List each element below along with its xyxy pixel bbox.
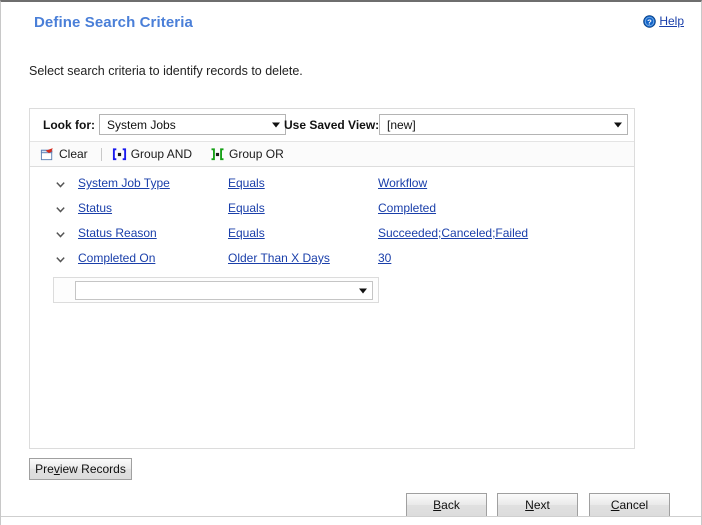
help-circle-icon: ? xyxy=(643,15,657,28)
group-or-button[interactable]: Group OR xyxy=(207,146,290,163)
chevron-down-icon[interactable] xyxy=(55,229,66,240)
lookfor-select[interactable]: System Jobs xyxy=(99,114,286,135)
criteria-field-link[interactable]: Status xyxy=(78,201,112,215)
group-or-label: Group OR xyxy=(229,147,284,161)
clear-label: Clear xyxy=(59,147,88,161)
saved-view-label: Use Saved View: xyxy=(284,118,380,132)
help-link[interactable]: ? Help xyxy=(643,15,684,28)
help-label: Help xyxy=(659,14,684,28)
lookfor-label: Look for: xyxy=(43,118,95,132)
chevron-down-icon[interactable] xyxy=(55,204,66,215)
criteria-value-link[interactable]: Workflow xyxy=(378,176,427,190)
next-label: Next xyxy=(525,498,550,512)
new-criteria-row-container xyxy=(53,277,379,303)
criteria-operator-link[interactable]: Equals xyxy=(228,226,265,240)
lookfor-row: Look for: System Jobs Use Saved View: [n… xyxy=(30,109,634,142)
criteria-row: Status Reason Equals Succeeded;Canceled;… xyxy=(30,223,634,248)
criteria-row: Status Equals Completed xyxy=(30,198,634,223)
background-footer-sliver xyxy=(1,516,701,525)
chevron-down-icon xyxy=(359,288,367,293)
criteria-toolbar: Clear Group AND Group OR xyxy=(30,142,634,167)
criteria-operator-link[interactable]: Equals xyxy=(228,176,265,190)
cancel-button[interactable]: Cancel xyxy=(589,493,670,517)
back-label: Back xyxy=(433,498,460,512)
svg-text:?: ? xyxy=(647,17,652,26)
criteria-value-link[interactable]: 30 xyxy=(378,251,391,265)
group-or-icon xyxy=(211,147,224,160)
cancel-label: Cancel xyxy=(610,498,649,512)
toolbar-separator xyxy=(100,147,102,161)
criteria-row: System Job Type Equals Workflow xyxy=(30,173,634,198)
chevron-down-icon xyxy=(272,122,280,127)
criteria-field-link[interactable]: Status Reason xyxy=(78,226,157,240)
page-title: Define Search Criteria xyxy=(34,14,193,31)
define-search-criteria-dialog: Define Search Criteria ? Help Select sea… xyxy=(0,0,702,525)
criteria-panel: Look for: System Jobs Use Saved View: [n… xyxy=(29,108,635,449)
group-and-label: Group AND xyxy=(130,147,193,161)
chevron-down-icon[interactable] xyxy=(55,254,66,265)
chevron-down-icon[interactable] xyxy=(55,179,66,190)
criteria-operator-link[interactable]: Equals xyxy=(228,201,265,215)
chevron-down-icon xyxy=(614,122,622,127)
saved-view-selected-value: [new] xyxy=(387,118,416,132)
preview-records-button[interactable]: Preview Records xyxy=(29,458,132,480)
group-and-button[interactable]: Group AND xyxy=(109,146,198,163)
next-button[interactable]: Next xyxy=(497,493,578,517)
dialog-subtitle: Select search criteria to identify recor… xyxy=(29,64,303,78)
criteria-value-link[interactable]: Succeeded;Canceled;Failed xyxy=(378,226,528,240)
group-and-icon xyxy=(112,147,126,160)
new-criteria-row xyxy=(30,277,634,305)
saved-view-select[interactable]: [new] xyxy=(379,114,628,135)
criteria-value-link[interactable]: Completed xyxy=(378,201,436,215)
criteria-rows-list: System Job Type Equals Workflow Status E… xyxy=(30,167,634,305)
criteria-field-link[interactable]: Completed On xyxy=(78,251,155,265)
back-button[interactable]: Back xyxy=(406,493,487,517)
new-criteria-field-select[interactable] xyxy=(75,281,373,300)
clear-icon xyxy=(40,147,54,160)
criteria-operator-link[interactable]: Older Than X Days xyxy=(228,251,330,265)
preview-records-label: Preview Records xyxy=(35,462,126,476)
clear-button[interactable]: Clear xyxy=(37,146,94,163)
criteria-row: Completed On Older Than X Days 30 xyxy=(30,248,634,273)
criteria-field-link[interactable]: System Job Type xyxy=(78,176,170,190)
lookfor-selected-value: System Jobs xyxy=(107,118,176,132)
